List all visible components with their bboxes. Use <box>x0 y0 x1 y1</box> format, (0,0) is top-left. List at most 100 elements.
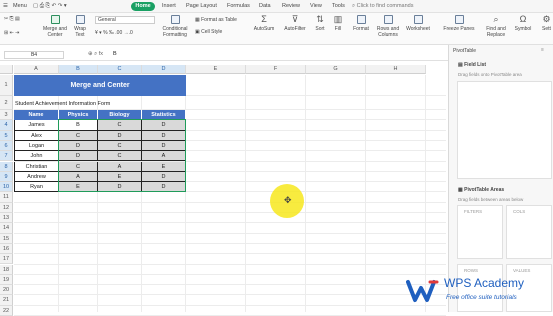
symbol-button[interactable]: Ω Symbol <box>512 15 534 33</box>
table-cell[interactable]: Logan <box>14 140 59 152</box>
formula-icons[interactable]: ⊕ ⌕ fx <box>88 51 103 58</box>
row-header-15[interactable]: 15 <box>0 233 13 244</box>
gear-icon: ⚙ <box>542 15 551 24</box>
merge-center-button[interactable]: Merge and Center <box>42 15 68 38</box>
table-cell[interactable]: James <box>14 120 59 131</box>
gridline-row <box>14 222 446 224</box>
table-cell[interactable]: Andrew <box>14 171 59 183</box>
row-header-11[interactable]: 11 <box>0 192 13 203</box>
number-format-icons[interactable]: ¥ ▾ % ‰ .00 →.0 <box>95 30 133 36</box>
number-format-select[interactable]: General <box>95 16 155 24</box>
rows-columns-label: Rows and Columns <box>376 26 400 38</box>
areas-title: ▦ PivotTable Areas <box>458 187 504 193</box>
rows-columns-button[interactable]: Rows and Columns <box>375 15 401 38</box>
row-header-5[interactable]: 5 <box>0 130 13 141</box>
tab-data[interactable]: Data <box>259 3 271 9</box>
column-header-a[interactable]: A <box>14 65 59 74</box>
autosum-button[interactable]: Σ AutoSum <box>251 15 277 33</box>
row-header-1[interactable]: 1 <box>0 75 13 96</box>
subtitle-cell[interactable]: Student Achievement Information Form <box>14 97 186 111</box>
menu-button[interactable]: Menu <box>13 3 27 9</box>
row-header-22[interactable]: 22 <box>0 305 13 316</box>
clipboard-format-icons[interactable]: ⊞ ⇤ ⇥ <box>4 30 19 36</box>
table-cell[interactable]: Alex <box>14 130 59 141</box>
format-label: Format <box>353 26 369 32</box>
tab-home[interactable]: Home <box>131 2 155 11</box>
row-header-14[interactable]: 14 <box>0 223 13 234</box>
tab-page-layout[interactable]: Page Layout <box>186 3 217 9</box>
gridline-row <box>14 232 446 234</box>
row-header-3[interactable]: 3 <box>0 110 13 121</box>
column-header-f[interactable]: F <box>246 65 306 74</box>
tab-formulas[interactable]: Formulas <box>227 3 250 9</box>
spreadsheet-grid[interactable]: ABCDEFGH 1 2 3 4 5 6 7 8 9 10 11 12 13 14 15 16 17 18 19 20… <box>0 62 446 316</box>
row-header-20[interactable]: 20 <box>0 285 13 296</box>
row-header-9[interactable]: 9 <box>0 171 13 183</box>
table-cell[interactable]: Christian <box>14 161 59 172</box>
wrap-text-label: Wrap Text <box>74 26 86 38</box>
cell-style-label: Cell Style <box>201 29 223 35</box>
row-header-4[interactable]: 4 <box>0 120 13 131</box>
row-header-6[interactable]: 6 <box>0 140 13 152</box>
row-header-16[interactable]: 16 <box>0 243 13 255</box>
row-header-2[interactable]: 2 <box>0 96 13 110</box>
worksheet-icon <box>413 15 423 24</box>
freeze-panes-label: Freeze Panes <box>443 26 475 32</box>
tab-view[interactable]: View <box>310 3 322 9</box>
toolbar-icons[interactable]: ▢ ⎙ ⎘ ↶ ↷ ▾ <box>33 3 67 10</box>
cell-style-button[interactable]: ▣ Cell Style <box>195 29 222 35</box>
row-header-18[interactable]: 18 <box>0 264 13 275</box>
worksheet-label: Worksheet <box>406 26 430 32</box>
select-all-corner[interactable] <box>0 65 13 74</box>
column-header-g[interactable]: G <box>306 65 366 74</box>
fill-button[interactable]: ▥ Fill <box>331 14 345 33</box>
column-header-h[interactable]: H <box>366 65 426 74</box>
gridline-row <box>14 304 446 306</box>
cols-area[interactable]: COLS <box>506 205 552 259</box>
fill-label: Fill <box>334 26 342 32</box>
formula-value[interactable]: B <box>113 51 117 57</box>
field-list-box[interactable] <box>457 81 552 179</box>
table-cell[interactable]: John <box>14 151 59 162</box>
column-header-c[interactable]: C <box>98 65 142 74</box>
pane-menu-icon[interactable]: ≡ <box>541 47 544 53</box>
format-as-table-button[interactable]: ▦ Format as Table <box>195 17 237 23</box>
find-replace-button[interactable]: ⌕ Find and Replace <box>484 15 508 39</box>
conditional-formatting-button[interactable]: Conditional Formatting <box>159 15 191 38</box>
row-header-19[interactable]: 19 <box>0 274 13 286</box>
row-header-21[interactable]: 21 <box>0 295 13 306</box>
row-header-10[interactable]: 10 <box>0 182 13 193</box>
freeze-panes-button[interactable]: Freeze Panes <box>442 15 476 32</box>
table-cell[interactable]: Ryan <box>14 182 59 193</box>
merged-title-cell[interactable]: Merge and Center <box>14 75 186 96</box>
row-header-12[interactable]: 12 <box>0 202 13 213</box>
row-header-7[interactable]: 7 <box>0 151 13 162</box>
fill-icon: ▥ <box>333 14 343 24</box>
sort-button[interactable]: ⇅ Sort <box>312 15 328 33</box>
symbol-label: Symbol <box>514 26 532 32</box>
format-as-table-label: Format as Table <box>201 17 237 23</box>
tab-tools[interactable]: Tools <box>332 3 345 9</box>
settings-button[interactable]: ⚙ Sett <box>540 15 553 32</box>
tab-insert[interactable]: Insert <box>162 3 176 9</box>
column-header-e[interactable]: E <box>186 65 246 74</box>
worksheet-button[interactable]: Worksheet <box>404 15 432 32</box>
row-header-8[interactable]: 8 <box>0 161 13 172</box>
column-header-b[interactable]: B <box>59 65 98 74</box>
table-header-cell[interactable]: Name <box>14 110 59 121</box>
filters-area[interactable]: FILTERS <box>457 205 503 259</box>
wrap-text-button[interactable]: Wrap Text <box>70 15 90 38</box>
column-header-d[interactable]: D <box>142 65 186 74</box>
format-button[interactable]: Format <box>350 15 372 32</box>
hamburger-icon[interactable]: ☰ <box>3 3 8 9</box>
tab-review[interactable]: Review <box>282 3 300 9</box>
gridline-row <box>14 284 446 286</box>
name-box[interactable]: B4 <box>4 51 64 59</box>
row-header-17[interactable]: 17 <box>0 254 13 265</box>
merge-center-label: Merge and Center <box>43 26 67 38</box>
pivot-pane: PivotTable ≡ ▤ Field List Drag fields on… <box>448 45 553 312</box>
search-commands[interactable]: ⌕ Click to find commands <box>352 3 413 10</box>
autofilter-button[interactable]: ⊽ AutoFilter <box>282 15 308 33</box>
row-header-13[interactable]: 13 <box>0 213 13 224</box>
paste-cut-icons[interactable]: ✂ ⎘ ▤ <box>4 16 20 22</box>
